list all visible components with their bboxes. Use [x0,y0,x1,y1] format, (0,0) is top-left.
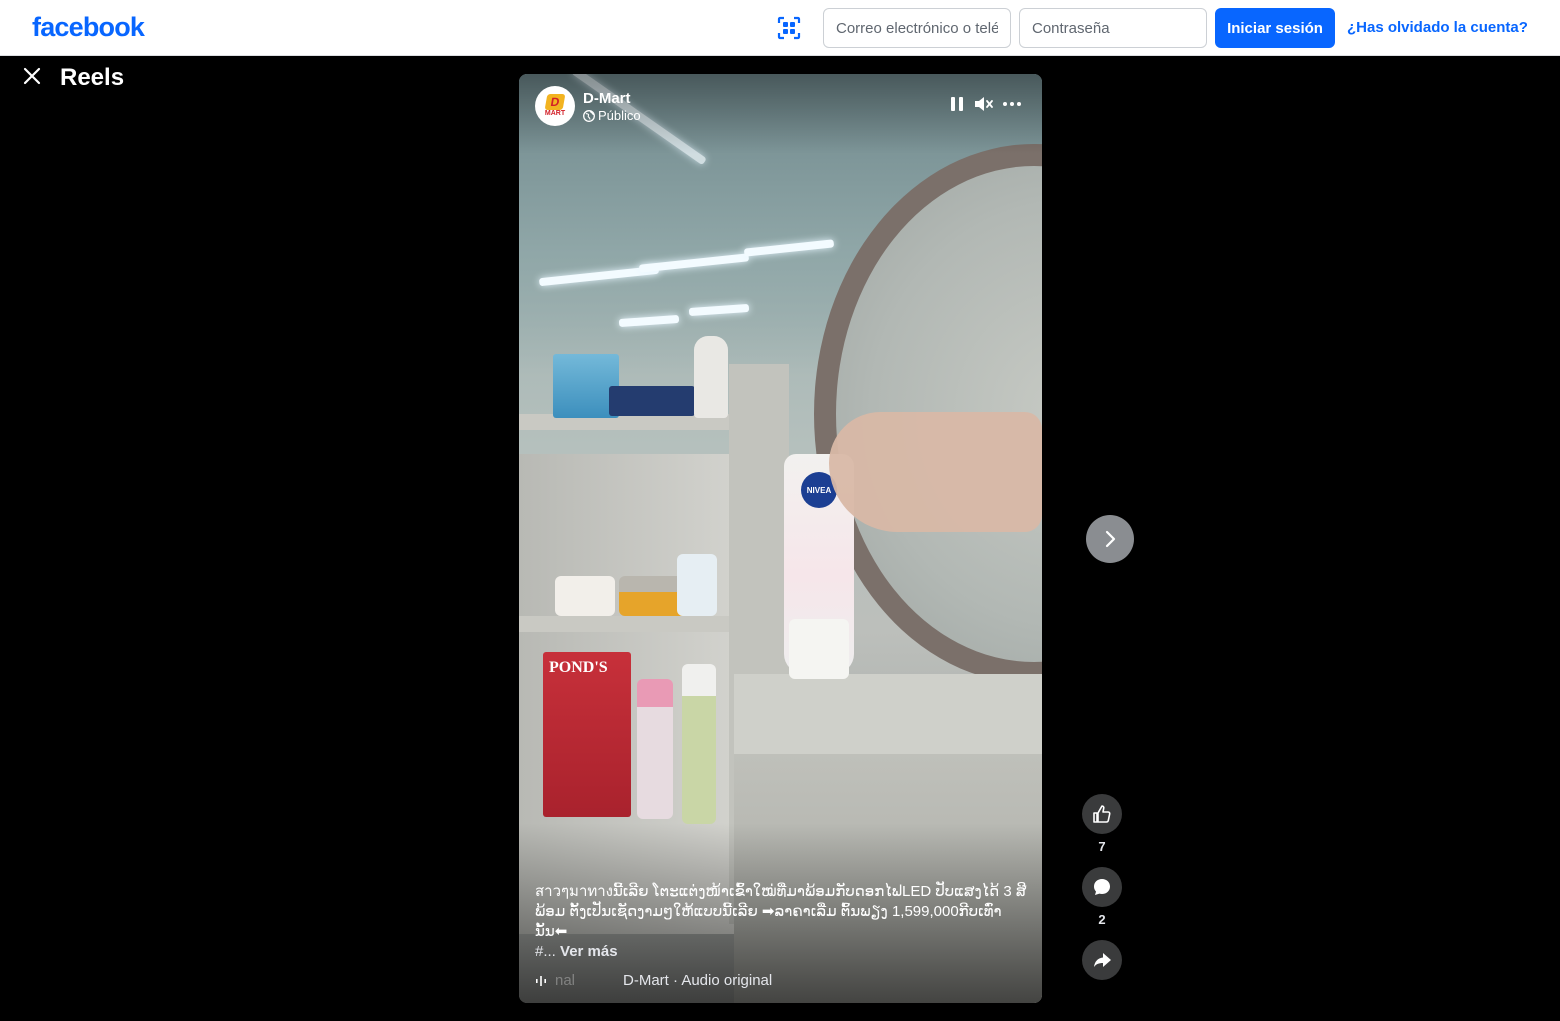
video-scene-product [609,386,695,416]
avatar-logo-mark: D [544,94,566,110]
audio-wave-icon [536,975,546,986]
privacy-indicator: Público [583,108,641,123]
audio-scroll-faded: nal [555,972,576,989]
qr-code-icon[interactable] [774,13,804,43]
avatar-logo-text: MART [544,110,566,117]
forgot-account-link[interactable]: ¿Has olvidado la cuenta? [1347,19,1528,36]
video-scene-hand [829,412,1042,532]
video-scene-shelf-board [519,616,734,632]
more-dots-icon [1003,102,1021,106]
comment-bubble-icon [1094,879,1110,895]
caption-more-row: #... Ver más [535,943,618,960]
globe-icon [583,109,595,122]
like-count: 7 [1098,839,1106,854]
share-button[interactable] [1082,940,1122,980]
video-scene-product [694,336,728,418]
thumbs-up-icon [1093,805,1111,823]
password-field[interactable] [1019,8,1207,48]
audio-info[interactable]: nal D-Mart · Audio original [535,972,772,989]
video-scene-product-label: POND'S [549,659,608,676]
audio-label: D-Mart · Audio original [623,972,773,989]
close-icon [23,67,41,85]
like-button[interactable] [1082,794,1122,834]
comment-count: 2 [1098,912,1106,927]
chevron-right-icon [1105,530,1116,548]
see-more-link[interactable]: Ver más [560,943,618,960]
video-scene-product [637,679,673,819]
volume-muted-icon [975,97,993,111]
reels-title: Reels [60,64,125,91]
facebook-logo[interactable]: facebook [32,12,145,43]
page-name-link[interactable]: D-Mart [583,90,631,107]
video-scene-product [677,554,717,616]
pause-button[interactable] [945,92,969,116]
more-options-button[interactable] [1000,92,1024,116]
top-navigation-bar: facebook Iniciar sesión ¿Has olvidado la… [0,0,1560,56]
video-scene-product [555,576,615,616]
reel-caption: สาวๆมาทางນີ້ເລີຍ ໂຕະແຕ່ງໜ້າເຂົ້າໃໝ່ທີ່ມາ… [535,883,1027,940]
page-avatar[interactable]: D MART [535,86,575,126]
mute-button[interactable] [972,92,996,116]
video-scene-desk [734,674,1042,754]
privacy-label: Público [598,108,641,123]
comment-button[interactable] [1082,867,1122,907]
next-reel-button[interactable] [1086,515,1134,563]
share-arrow-icon [1094,953,1111,967]
close-reels-button[interactable] [18,62,46,90]
login-button[interactable]: Iniciar sesión [1215,8,1335,48]
email-field[interactable] [823,8,1011,48]
pause-icon [951,97,963,111]
video-scene-product [682,664,716,824]
reel-video-player[interactable]: POND'S NIVEA D MART D-Mart Público สาวๆม… [519,74,1042,1003]
video-scene-product-cap [789,619,849,679]
hashtag-prefix: #... [535,943,556,960]
